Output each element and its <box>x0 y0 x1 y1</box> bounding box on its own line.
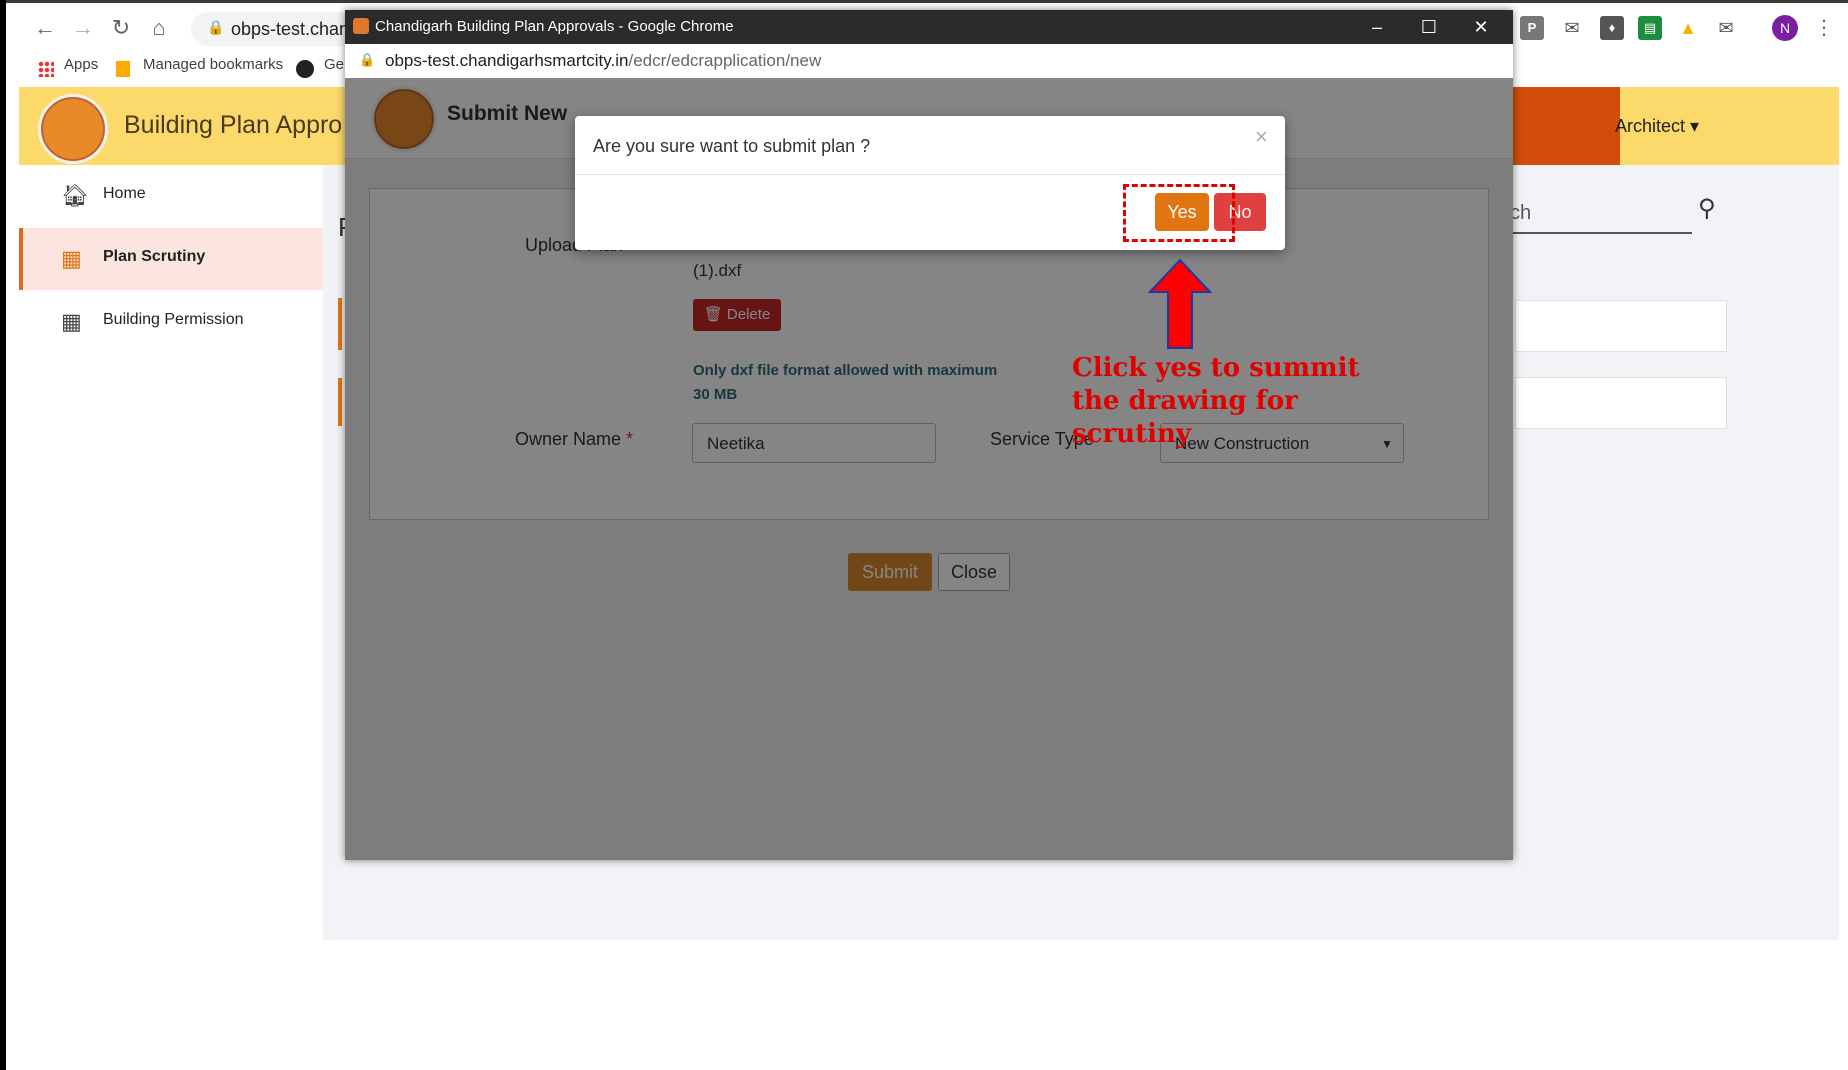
search-underline <box>1510 232 1692 234</box>
maximize-icon[interactable]: ☐ <box>1405 12 1453 42</box>
minimize-icon[interactable]: – <box>1353 12 1401 42</box>
close-icon[interactable]: ✕ <box>1457 12 1505 42</box>
user-menu[interactable]: Architect ▾ <box>1615 116 1699 137</box>
sidebar-item-building-permission[interactable]: ▦ Building Permission <box>19 291 323 353</box>
list-card[interactable] <box>1515 377 1727 429</box>
extension-mail-checker-icon[interactable]: ✉ <box>1560 16 1584 40</box>
annotation-highlight-box <box>1123 184 1235 242</box>
forward-arrow-icon[interactable]: → <box>68 13 98 43</box>
app-logo <box>38 94 108 164</box>
sidebar-item-plan-scrutiny[interactable]: ▦ Plan Scrutiny <box>19 228 327 290</box>
search-icon[interactable]: ⚲ <box>1698 194 1716 223</box>
app-title: Building Plan Appro <box>124 111 343 139</box>
profile-avatar[interactable]: N <box>1772 15 1798 41</box>
browser-menu-icon[interactable]: ⋮ <box>1814 15 1834 40</box>
bookmark-managed[interactable]: Managed bookmarks <box>143 56 283 73</box>
back-arrow-icon[interactable]: ← <box>30 13 60 43</box>
popup-url-text: obps-test.chandigarhsmartcity.in/edcr/ed… <box>385 51 821 71</box>
popup-titlebar: Chandigarh Building Plan Approvals - Goo… <box>345 10 1513 44</box>
annotation-text: Click yes to summit the drawing for scru… <box>1072 353 1360 449</box>
header-accent-block <box>1512 87 1620 165</box>
sidebar-item-home[interactable]: 🏠︎ Home <box>19 165 323 227</box>
sidebar-item-label: Building Permission <box>103 311 244 328</box>
sidebar-item-label: Plan Scrutiny <box>103 248 206 265</box>
home-icon[interactable]: ⌂ <box>144 13 174 43</box>
extension-maps-icon[interactable]: ♦ <box>1600 16 1624 40</box>
sidebar-item-label: Home <box>103 185 146 202</box>
folder-icon <box>116 61 130 77</box>
dialog-divider <box>575 174 1285 175</box>
bookmark-apps[interactable]: Apps <box>64 56 98 73</box>
home-icon: 🏠︎ <box>61 183 89 208</box>
bookmark-site-icon <box>296 60 314 78</box>
lock-icon: 🔒 <box>207 19 225 35</box>
bookmark-ge[interactable]: Ge <box>324 56 344 73</box>
google-drive-icon[interactable]: ▲ <box>1676 16 1700 40</box>
annotation-arrow-icon <box>1148 258 1212 349</box>
list-card[interactable] <box>1515 300 1727 352</box>
address-bar-text: obps-test.chand <box>231 19 360 39</box>
search-input[interactable]: ch <box>1510 202 1531 225</box>
popup-address-bar[interactable]: 🔒 obps-test.chandigarhsmartcity.in/edcr/… <box>345 44 1513 79</box>
apps-grid-icon <box>38 61 54 77</box>
reload-icon[interactable]: ↻ <box>106 13 136 43</box>
extension-p-icon[interactable]: P <box>1520 16 1544 40</box>
popup-window-title: Chandigarh Building Plan Approvals - Goo… <box>375 18 734 35</box>
building-icon: ▦ <box>61 309 82 334</box>
gmail-icon[interactable]: ✉ <box>1714 16 1738 40</box>
user-menu-label: Architect <box>1615 116 1686 136</box>
url-host: obps-test.chandigarhsmartcity.in <box>385 51 629 70</box>
card-accent <box>338 298 342 350</box>
site-favicon-icon <box>353 18 369 34</box>
extension-sheets-icon[interactable]: ▤ <box>1638 16 1662 40</box>
building-icon: ▦ <box>61 246 82 271</box>
card-accent <box>338 378 342 426</box>
lock-icon: 🔒 <box>359 52 376 67</box>
confirm-dialog: Are you sure want to submit plan ? × Yes… <box>575 116 1285 250</box>
screen-left-border <box>0 0 6 1070</box>
confirm-question: Are you sure want to submit plan ? <box>593 136 871 156</box>
url-path: /edcr/edcrapplication/new <box>628 51 822 70</box>
close-icon[interactable]: × <box>1255 124 1268 150</box>
caret-down-icon: ▾ <box>1690 116 1700 136</box>
